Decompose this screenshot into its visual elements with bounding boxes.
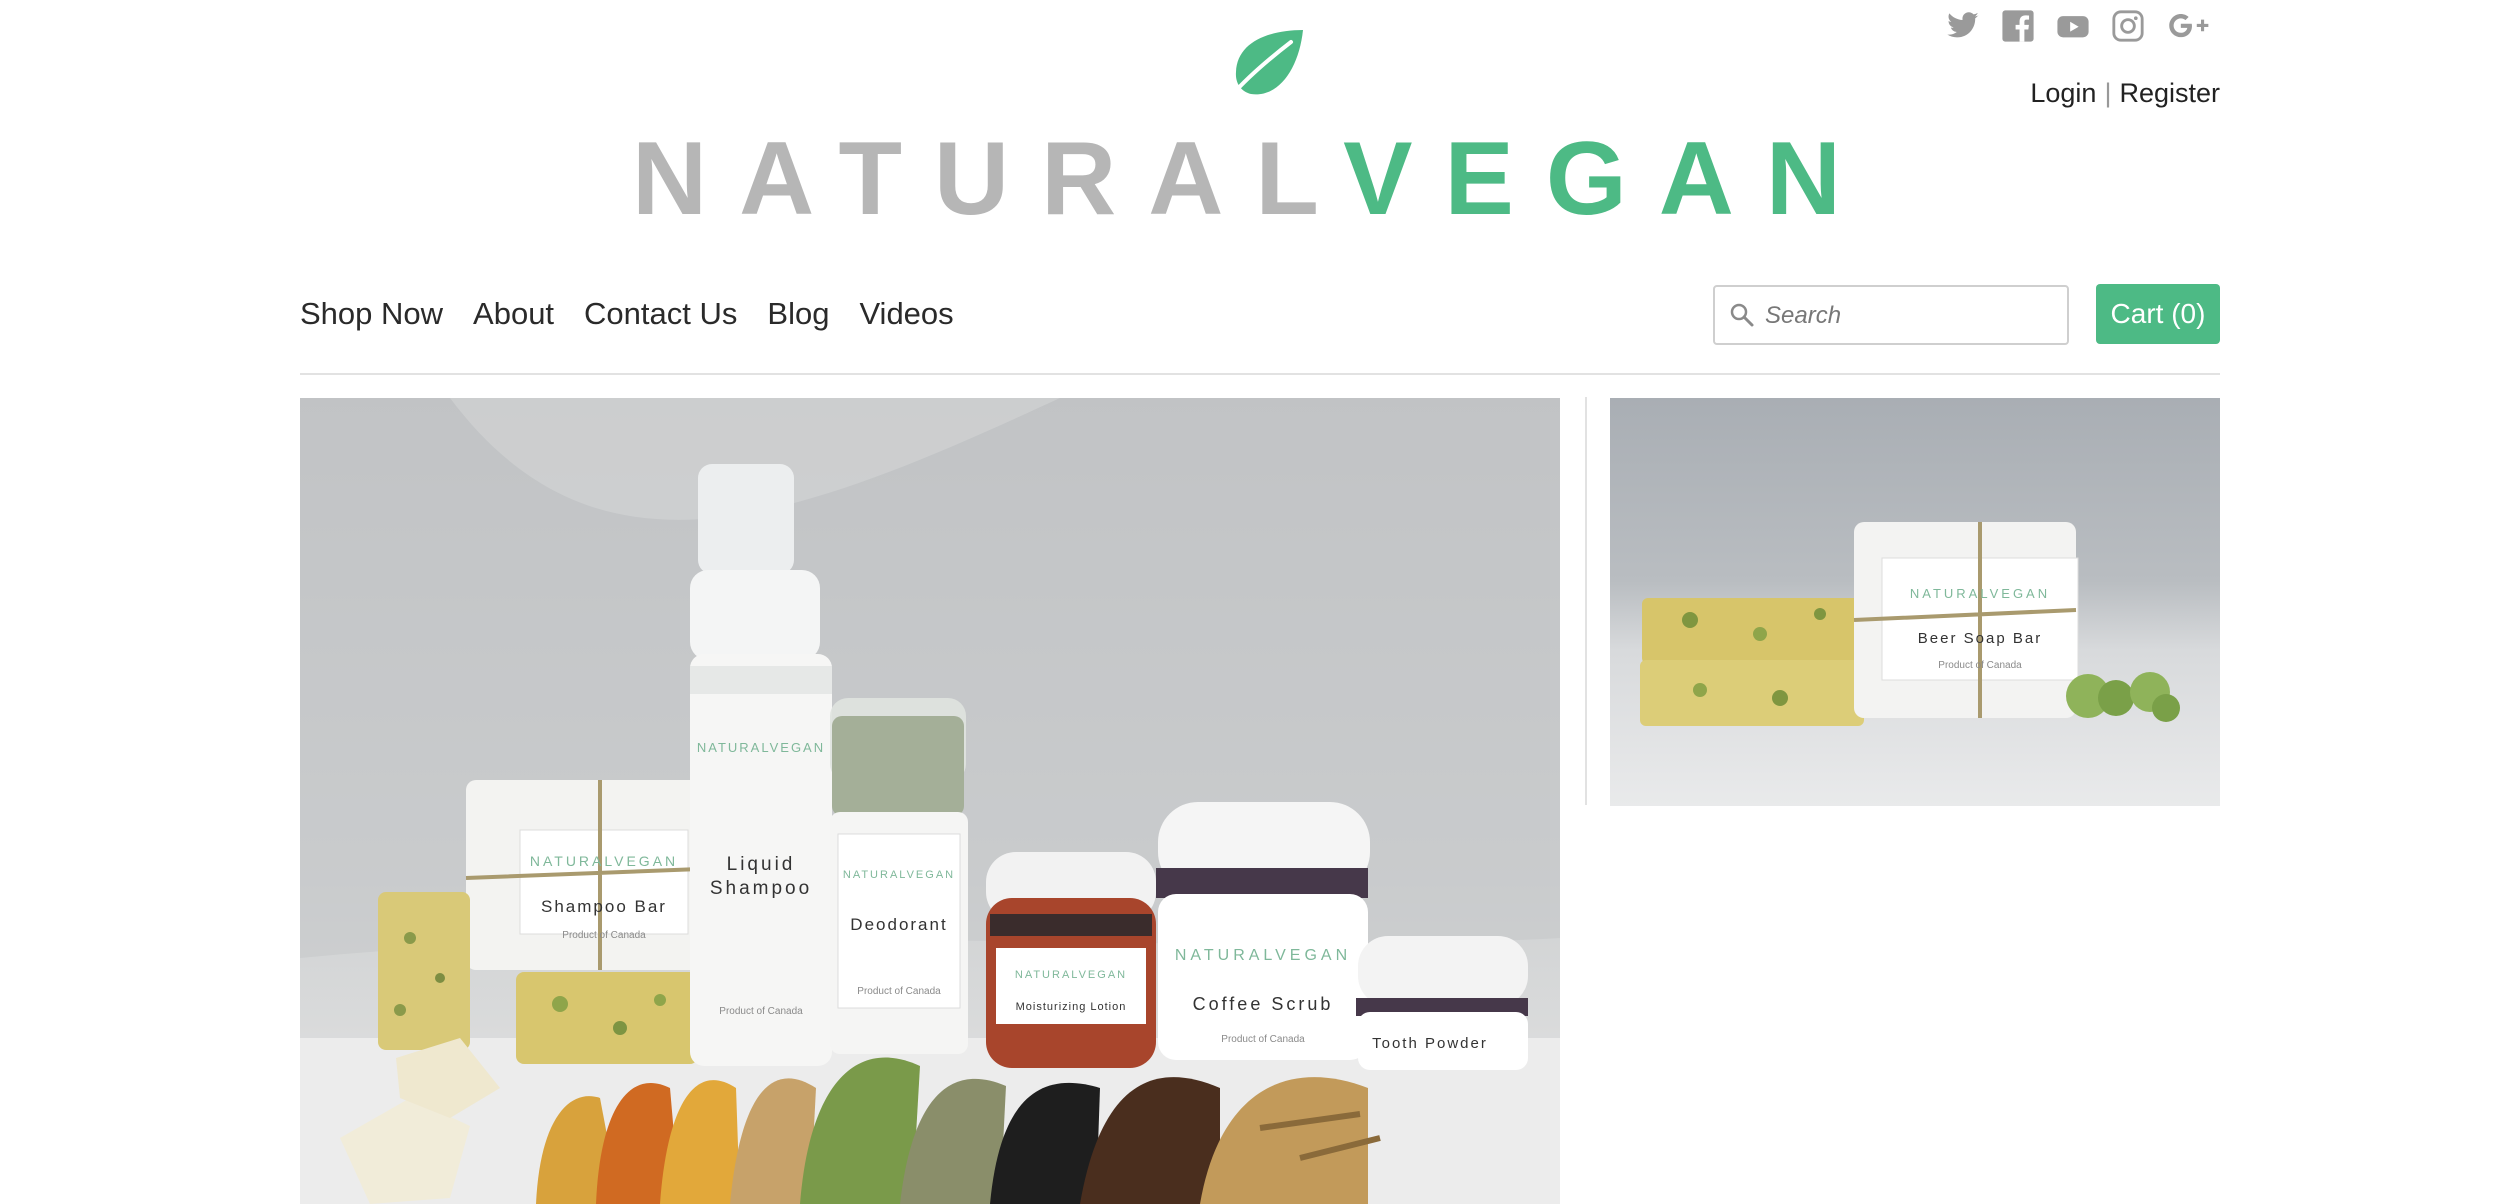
instagram-icon[interactable] [2111,8,2145,44]
column-divider [1585,397,1587,805]
hero-product-image[interactable]: NATURALVEGAN Shampoo Bar Product of Cana… [300,398,1560,1204]
nav-shop-now[interactable]: Shop Now [300,296,443,332]
deodorant-brand: NATURALVEGAN [843,869,955,881]
nav-blog[interactable]: Blog [767,296,829,332]
account-links: Login | Register [2030,78,2220,109]
register-link[interactable]: Register [2119,78,2220,108]
beer-soap-label: Beer Soap Bar [1918,630,2042,647]
search-icon [1730,303,1754,327]
search-box [1713,285,2069,345]
header-divider [300,373,2220,375]
coffee-scrub-brand: NATURALVEGAN [1175,947,1351,964]
beer-soap-origin: Product of Canada [1938,660,2022,671]
twitter-icon[interactable] [1946,8,1980,44]
logo-natural: NATURAL [632,121,1344,237]
nav-contact-us[interactable]: Contact Us [584,296,737,332]
beer-soap-brand: NATURALVEGAN [1910,586,2050,601]
site-logo[interactable]: NATURALVEGAN [0,124,2505,234]
logo-vegan: VEGAN [1343,121,1873,237]
tooth-powder-label: Tooth Powder [1372,1035,1488,1052]
side-product-image[interactable]: NATURALVEGAN Beer Soap Bar Product of Ca… [1610,398,2220,806]
shampoo-bar-brand: NATURALVEGAN [530,853,678,869]
facebook-icon[interactable] [2001,8,2035,44]
deodorant-label: Deodorant [850,915,947,934]
nav-videos[interactable]: Videos [859,296,953,332]
liquid-shampoo-origin: Product of Canada [719,1006,803,1017]
lotion-label: Moisturizing Lotion [1016,1001,1127,1013]
leaf-icon [1229,30,1303,98]
account-separator: | [2104,78,2112,108]
liquid-shampoo-brand: NATURALVEGAN [697,740,825,755]
coffee-scrub-origin: Product of Canada [1221,1034,1305,1045]
shampoo-bar-origin: Product of Canada [562,930,646,941]
shampoo-bar-label: Shampoo Bar [541,897,667,916]
youtube-icon[interactable] [2056,8,2090,44]
lotion-brand: NATURALVEGAN [1015,969,1127,981]
main-nav: Shop Now About Contact Us Blog Videos [300,296,954,332]
coffee-scrub-label: Coffee Scrub [1193,994,1334,1014]
search-input[interactable] [1763,287,2067,345]
liquid-shampoo-label-1: Liquid [727,854,796,875]
liquid-shampoo-label-2: Shampoo [710,878,812,899]
social-links [1946,8,2214,44]
deodorant-origin: Product of Canada [857,986,941,997]
cart-button[interactable]: Cart (0) [2096,284,2220,344]
google-plus-icon[interactable] [2166,8,2214,44]
nav-about[interactable]: About [473,296,554,332]
login-link[interactable]: Login [2030,78,2096,108]
